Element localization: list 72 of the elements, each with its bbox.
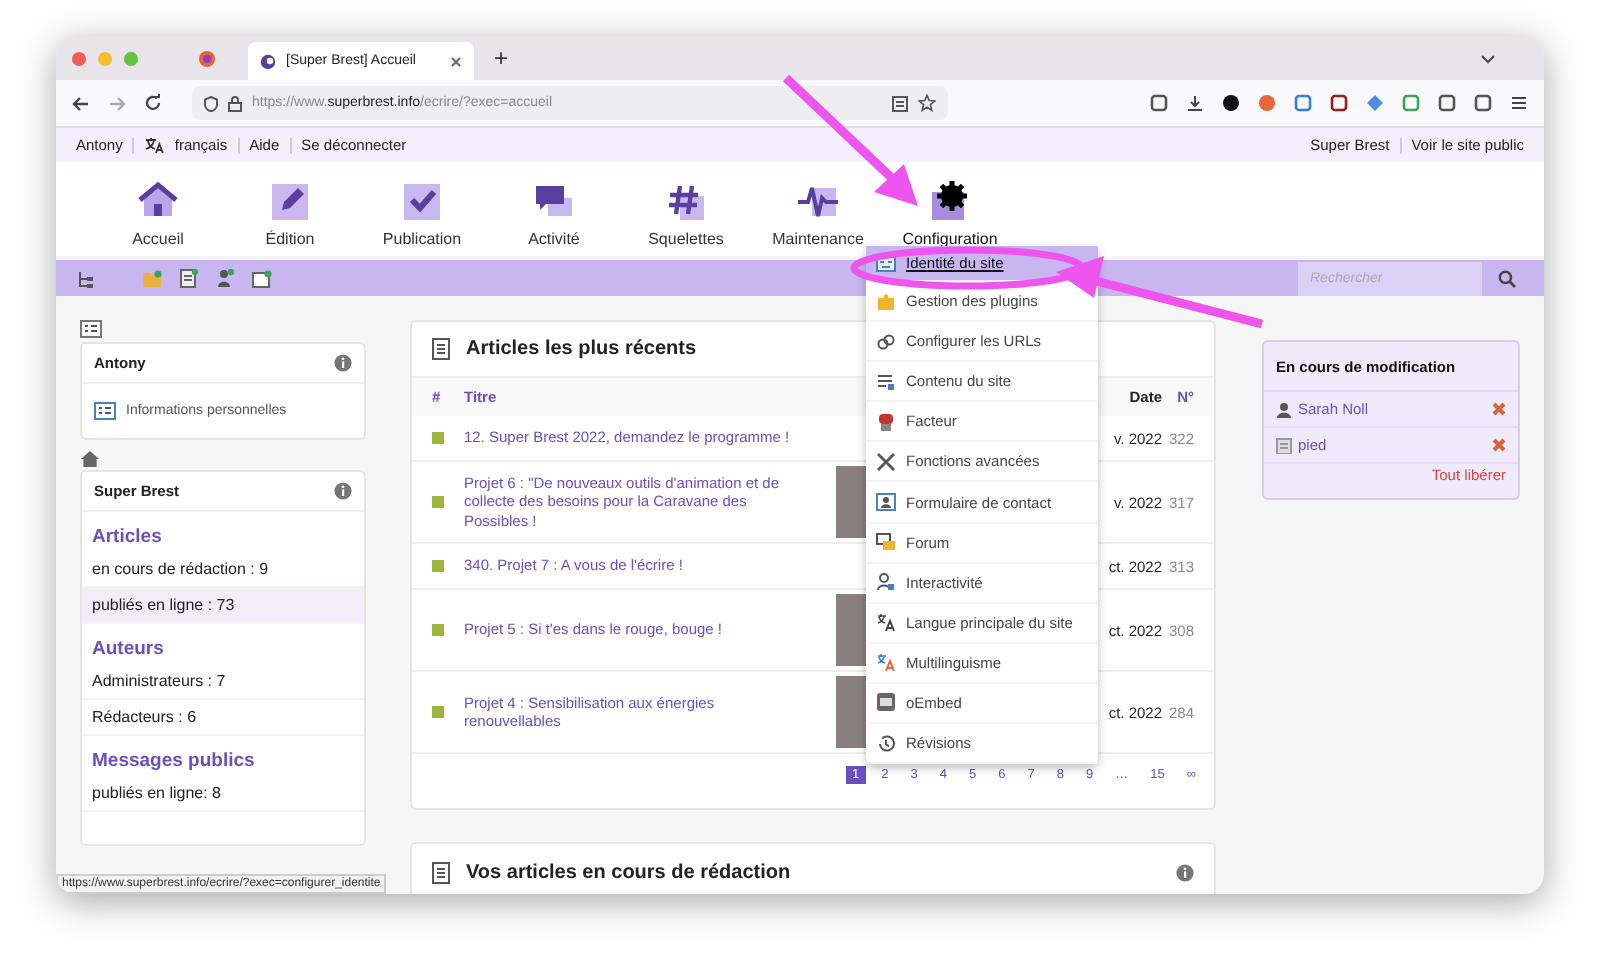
translate-icon [144,136,165,154]
document-icon [432,338,450,360]
info-icon[interactable] [334,354,352,372]
id-card-icon [94,402,116,420]
list-icon [876,371,896,392]
chat-bubbles-icon [876,532,896,553]
new-window-icon[interactable] [252,269,272,287]
stat-item[interactable]: Administrateurs : 7 [82,664,364,700]
card-title: Vos articles en cours de rédaction [466,862,791,884]
nav-tab[interactable]: Accueil [92,180,224,248]
document-icon [432,862,450,884]
tools-icon [876,451,896,472]
card-title: Articles les plus récents [466,338,697,360]
status-square [432,496,444,508]
close-window-button[interactable] [72,51,86,65]
checkmark-icon [400,180,444,224]
stat-item[interactable]: Rédacteurs : 6 [82,700,364,736]
diamond-icon[interactable] [1366,94,1384,112]
status-square [432,560,444,572]
gear-icon [928,180,972,224]
lock-icon [228,95,242,111]
annotation-arrow [782,74,918,206]
hash-icon [664,180,708,224]
nav-tab[interactable]: Édition [224,180,356,248]
star-icon[interactable] [918,94,936,112]
new-document-icon[interactable] [180,268,198,288]
status-square [432,624,444,636]
stat-item[interactable]: publiés en ligne: 8 [82,776,364,812]
new-user-icon[interactable] [216,268,234,288]
status-square [432,432,444,444]
info-icon[interactable] [1176,864,1194,882]
square-icon[interactable] [1402,94,1420,112]
section-heading[interactable]: Messages publics [82,736,364,776]
document-icon [1276,437,1292,453]
history-icon [876,733,896,754]
reload-icon[interactable] [144,94,162,112]
translate-icon [876,612,896,633]
square-icon[interactable] [1294,94,1312,112]
person-icon [876,572,896,593]
translate-icon [876,652,896,673]
download-icon[interactable] [1186,94,1204,112]
nav-tab[interactable]: Maintenance [752,180,884,248]
pencil-icon [268,180,312,224]
search-icon[interactable] [1498,269,1516,287]
nav-tab[interactable]: Configuration [884,180,1016,248]
menu-icon[interactable] [1510,94,1528,112]
remove-icon[interactable] [1492,402,1506,416]
status-square [432,706,444,718]
new-tab-button[interactable]: + [486,44,517,72]
nav-tab[interactable]: Activité [488,180,620,248]
section-heading[interactable]: Articles [82,512,364,552]
person-icon [1276,401,1292,417]
id-card-icon [80,320,102,338]
mailbox-icon [876,411,896,432]
remove-icon[interactable] [1492,438,1506,452]
browser-tab-icon[interactable] [198,49,216,67]
back-arrow-icon[interactable] [72,95,90,111]
chevron-down-icon[interactable] [1480,53,1496,63]
embed-icon [876,692,896,713]
stat-item[interactable]: publiés en ligne : 73 [82,588,364,624]
reader-view-icon[interactable] [892,95,908,111]
nav-tab[interactable]: Squelettes [620,180,752,248]
site-favicon-icon [260,53,276,69]
link-icon [876,331,896,352]
circle-icon[interactable] [1222,94,1240,112]
section-heading[interactable]: Auteurs [82,624,364,664]
contact-card-icon [876,492,896,513]
nav-tab[interactable]: Publication [356,180,488,248]
sitemap-icon[interactable] [76,269,94,287]
close-icon[interactable] [450,55,462,67]
info-icon[interactable] [334,482,352,500]
house-icon [80,450,100,468]
